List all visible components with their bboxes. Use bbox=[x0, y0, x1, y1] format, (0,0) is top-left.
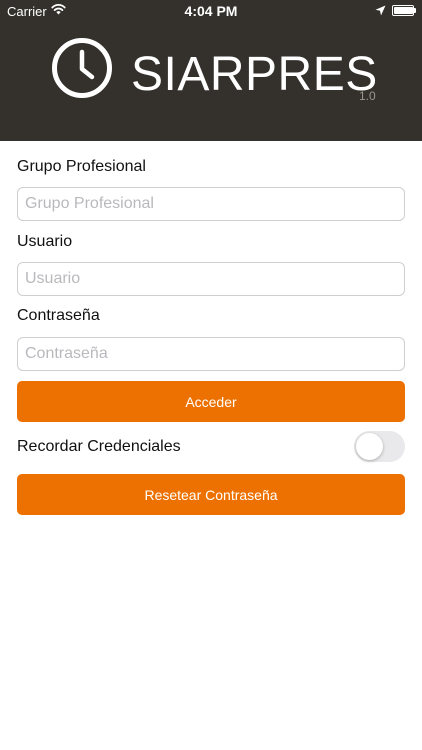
usuario-label: Usuario bbox=[17, 233, 73, 250]
app-version: 1.0 bbox=[359, 89, 376, 103]
battery-level-fill bbox=[394, 7, 413, 14]
acceder-button[interactable]: Acceder bbox=[17, 381, 405, 422]
recordar-credenciales-toggle[interactable] bbox=[354, 431, 405, 462]
contrasena-label: Contraseña bbox=[17, 307, 100, 324]
status-bar: Carrier 4:04 PM bbox=[0, 0, 422, 22]
status-time: 4:04 PM bbox=[184, 3, 238, 19]
usuario-input[interactable] bbox=[17, 262, 405, 296]
app-title: SIARPRES bbox=[131, 48, 378, 101]
resetear-contrasena-button[interactable]: Resetear Contraseña bbox=[17, 474, 405, 515]
contrasena-input[interactable] bbox=[17, 337, 405, 371]
location-arrow-icon bbox=[375, 4, 386, 19]
toggle-knob[interactable] bbox=[356, 433, 383, 460]
clock-icon bbox=[52, 38, 112, 98]
recordar-credenciales-label: Recordar Credenciales bbox=[17, 438, 181, 455]
grupo-profesional-input[interactable] bbox=[17, 187, 405, 221]
battery-icon bbox=[392, 5, 416, 16]
app-header: Carrier 4:04 PM SIARPRES 1.0 bbox=[0, 0, 422, 141]
grupo-profesional-label: Grupo Profesional bbox=[17, 158, 146, 175]
